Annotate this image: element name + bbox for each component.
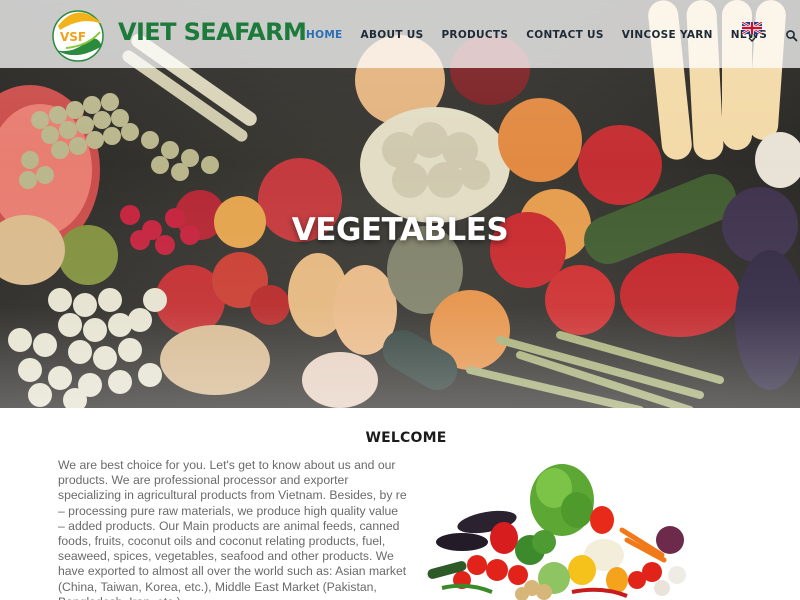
welcome-text: We are best choice for you. Let's get to… [58,458,407,600]
search-icon[interactable] [785,29,799,43]
brand-name[interactable]: VIET SEAFARM [118,18,307,46]
welcome-title: WELCOME [365,430,447,446]
nav-products[interactable]: PRODUCTS [441,29,508,41]
vegetables-image [427,464,686,600]
nav-home[interactable]: HOME [306,29,343,41]
logo-text: VSF [60,30,86,44]
chevron-down-icon [748,37,756,42]
hero-title: VEGETABLES [291,212,509,248]
uk-flag-icon[interactable] [742,22,762,44]
logo[interactable]: VSF [48,2,112,64]
nav-vincose-yarn[interactable]: VINCOSE YARN [622,29,713,41]
nav-about-us[interactable]: ABOUT US [361,29,424,41]
site-header: VSF VIET SEAFARM HOME ABOUT US PRODUCTS … [0,0,800,68]
nav-contact-us[interactable]: CONTACT US [526,29,604,41]
main-nav: HOME ABOUT US PRODUCTS CONTACT US VINCOS… [306,28,800,42]
